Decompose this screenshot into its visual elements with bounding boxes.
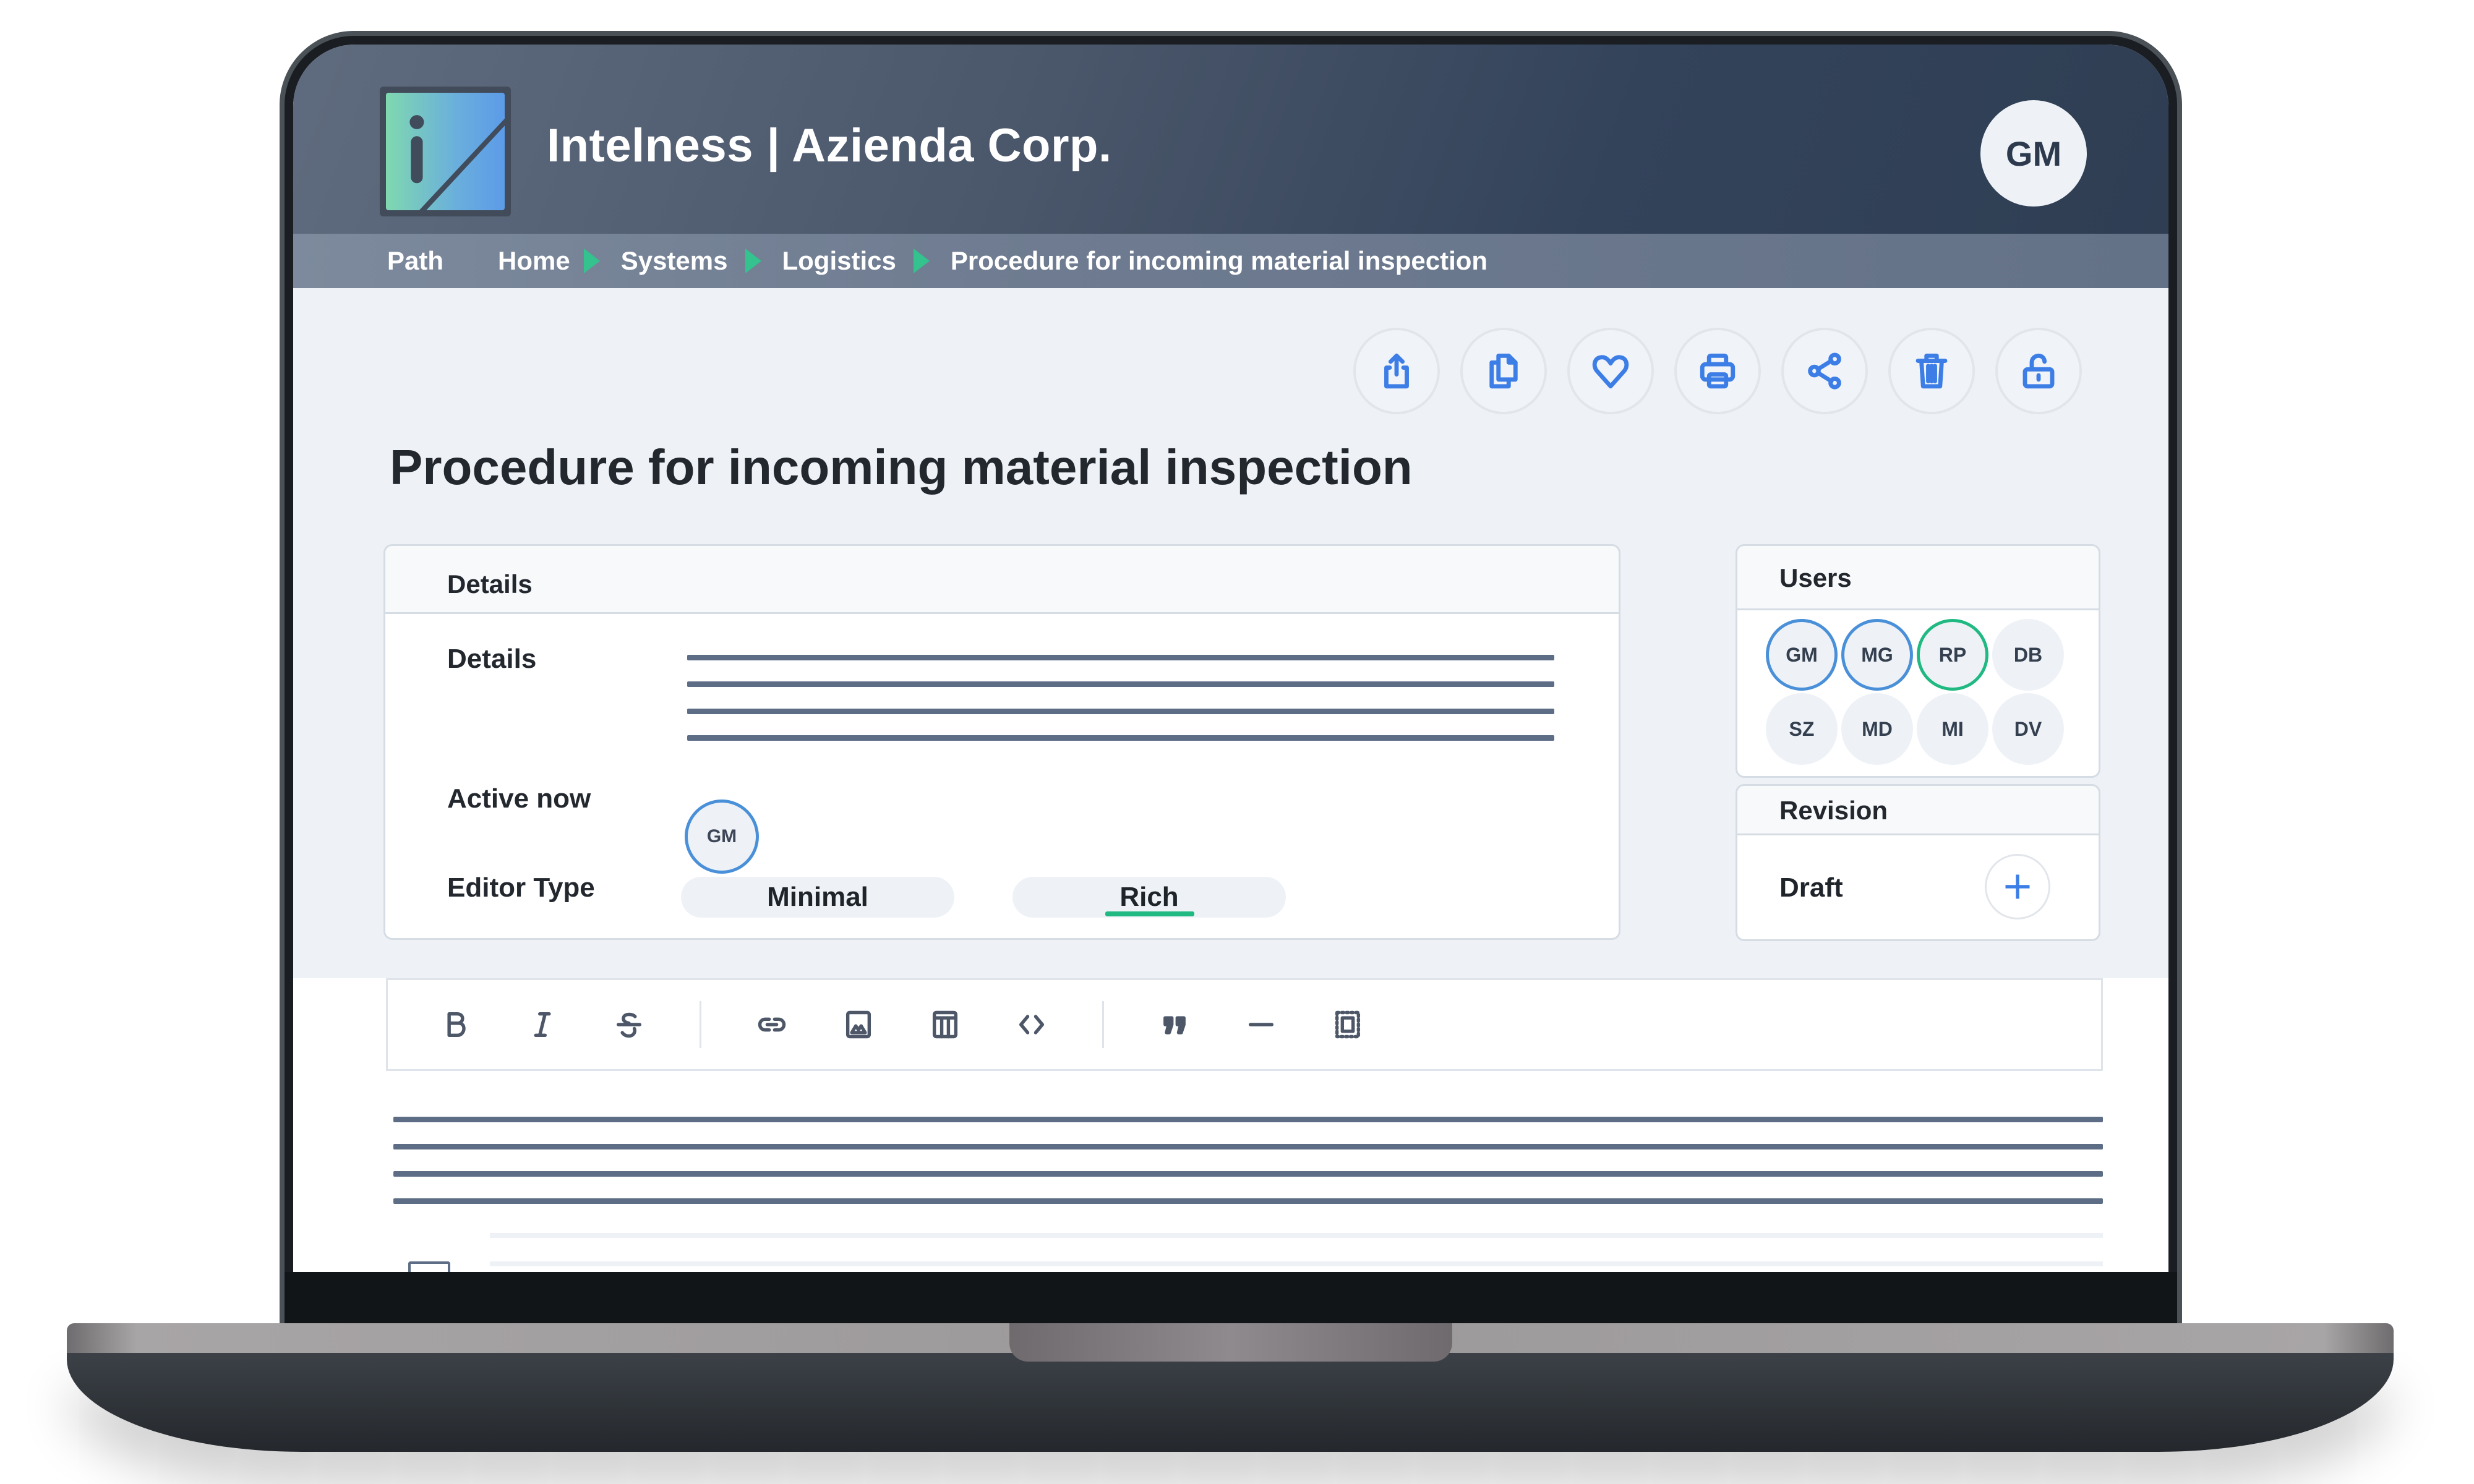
user-avatar[interactable]: GM — [1766, 619, 1838, 691]
add-revision-button[interactable] — [1985, 854, 2050, 919]
text-placeholder-line — [393, 1171, 2103, 1177]
text-placeholder-line — [393, 1117, 2103, 1122]
bold-icon — [447, 1012, 466, 1038]
share-upload-icon — [1384, 353, 1409, 389]
breadcrumb-arrow-icon — [583, 249, 600, 273]
link-button[interactable] — [729, 1000, 815, 1049]
table-icon — [932, 1010, 958, 1039]
page-title: Procedure for incoming material inspecti… — [390, 440, 1413, 495]
text-placeholder-line — [687, 655, 1554, 660]
plus-icon — [2005, 874, 2030, 899]
text-placeholder-line — [687, 735, 1554, 741]
checkbox-icon[interactable] — [408, 1261, 450, 1272]
breadcrumb-item-current[interactable]: Procedure for incoming material inspecti… — [951, 246, 1487, 276]
breadcrumb-arrow-icon — [913, 249, 930, 273]
strikethrough-icon — [616, 1012, 642, 1038]
editor-type-minimal[interactable]: Minimal — [681, 877, 954, 918]
select-all-icon — [1335, 1010, 1361, 1039]
trash-icon — [1915, 353, 1948, 389]
revision-status: Draft — [1779, 872, 1843, 903]
details-card: Details Details Active now GM Editor Typ… — [383, 544, 1620, 940]
selected-indicator — [1105, 911, 1194, 916]
details-field-label: Details — [447, 644, 537, 674]
user-avatar[interactable]: RP — [1917, 619, 1988, 691]
editor-type-label: Editor Type — [447, 872, 595, 903]
laptop-bezel — [285, 1272, 2177, 1329]
favorite-button[interactable] — [1567, 328, 1654, 414]
link-icon — [758, 1017, 786, 1032]
laptop-hinge-notch — [1009, 1323, 1452, 1362]
user-avatar[interactable]: MI — [1917, 693, 1988, 765]
active-user-avatar[interactable]: GM — [685, 800, 759, 874]
user-avatar[interactable]: GM — [1980, 100, 2087, 207]
user-avatar[interactable]: MG — [1841, 619, 1913, 691]
bold-button[interactable] — [413, 1000, 499, 1049]
copy-icon — [1489, 353, 1518, 389]
unlock-button[interactable] — [1995, 328, 2082, 414]
printer-icon — [1700, 353, 1736, 389]
breadcrumb-item-systems[interactable]: Systems — [621, 246, 728, 276]
active-now-label: Active now — [447, 783, 591, 814]
heart-icon — [1592, 355, 1629, 389]
laptop-screen: Intelness | Azienda Corp. GM Path Home S… — [293, 45, 2168, 1272]
details-card-title: Details — [385, 546, 1619, 614]
share-icon — [1808, 352, 1841, 390]
app-header: Intelness | Azienda Corp. GM — [293, 45, 2168, 234]
strikethrough-button[interactable] — [586, 1000, 672, 1049]
user-avatar[interactable]: MD — [1841, 693, 1913, 765]
select-all-button[interactable] — [1304, 1000, 1391, 1049]
text-placeholder-line — [687, 709, 1554, 714]
document-actions — [1353, 328, 2082, 414]
revision-card: Revision Draft — [1736, 784, 2100, 941]
app-logo[interactable] — [380, 87, 511, 216]
users-card: Users GM MG RP DB SZ MD MI DV — [1736, 544, 2100, 778]
logo-icon — [386, 93, 505, 210]
user-avatar[interactable]: DB — [1992, 619, 2064, 691]
horizontal-rule-icon — [1248, 1023, 1274, 1026]
text-placeholder-line — [393, 1144, 2103, 1149]
text-placeholder-line — [393, 1198, 2103, 1204]
table-button[interactable] — [902, 1000, 988, 1049]
duplicate-button[interactable] — [1460, 328, 1547, 414]
quote-icon — [1163, 1016, 1186, 1034]
horizontal-rule-button[interactable] — [1218, 1000, 1304, 1049]
user-avatar[interactable]: DV — [1992, 693, 2064, 765]
editor-toolbar — [386, 978, 2103, 1071]
breadcrumb: Path Home Systems Logistics Procedure fo… — [293, 234, 2168, 288]
breadcrumb-item-logistics[interactable]: Logistics — [782, 246, 896, 276]
italic-icon — [534, 1012, 551, 1038]
toolbar-divider — [1102, 1001, 1104, 1048]
code-button[interactable] — [988, 1000, 1075, 1049]
italic-button[interactable] — [499, 1000, 586, 1049]
text-placeholder-line — [687, 681, 1554, 687]
user-avatar[interactable]: SZ — [1766, 693, 1838, 765]
code-icon — [1019, 1015, 1045, 1034]
breadcrumb-arrow-icon — [745, 249, 761, 273]
share-button[interactable] — [1781, 328, 1868, 414]
ghost-placeholder-line — [490, 1233, 2103, 1238]
image-button[interactable] — [815, 1000, 902, 1049]
ghost-placeholder-line — [490, 1261, 2103, 1266]
print-button[interactable] — [1674, 328, 1761, 414]
users-card-title: Users — [1737, 546, 2099, 610]
breadcrumb-label: Path — [387, 246, 444, 275]
user-avatar-grid: GM MG RP DB SZ MD MI DV — [1766, 619, 2065, 765]
breadcrumb-item-home[interactable]: Home — [498, 246, 570, 276]
image-icon — [845, 1010, 871, 1039]
app-title: Intelness | Azienda Corp. — [547, 119, 1112, 172]
unlock-icon — [2022, 353, 2055, 389]
export-button[interactable] — [1353, 328, 1440, 414]
editor-type-rich[interactable]: Rich — [1012, 877, 1286, 918]
laptop-base — [67, 1353, 2394, 1452]
blockquote-button[interactable] — [1131, 1000, 1218, 1049]
toolbar-divider — [700, 1001, 701, 1048]
editor-type-minimal-label: Minimal — [767, 882, 868, 912]
delete-button[interactable] — [1888, 328, 1975, 414]
editor-type-rich-label: Rich — [1119, 882, 1179, 912]
revision-card-title: Revision — [1737, 786, 2099, 835]
